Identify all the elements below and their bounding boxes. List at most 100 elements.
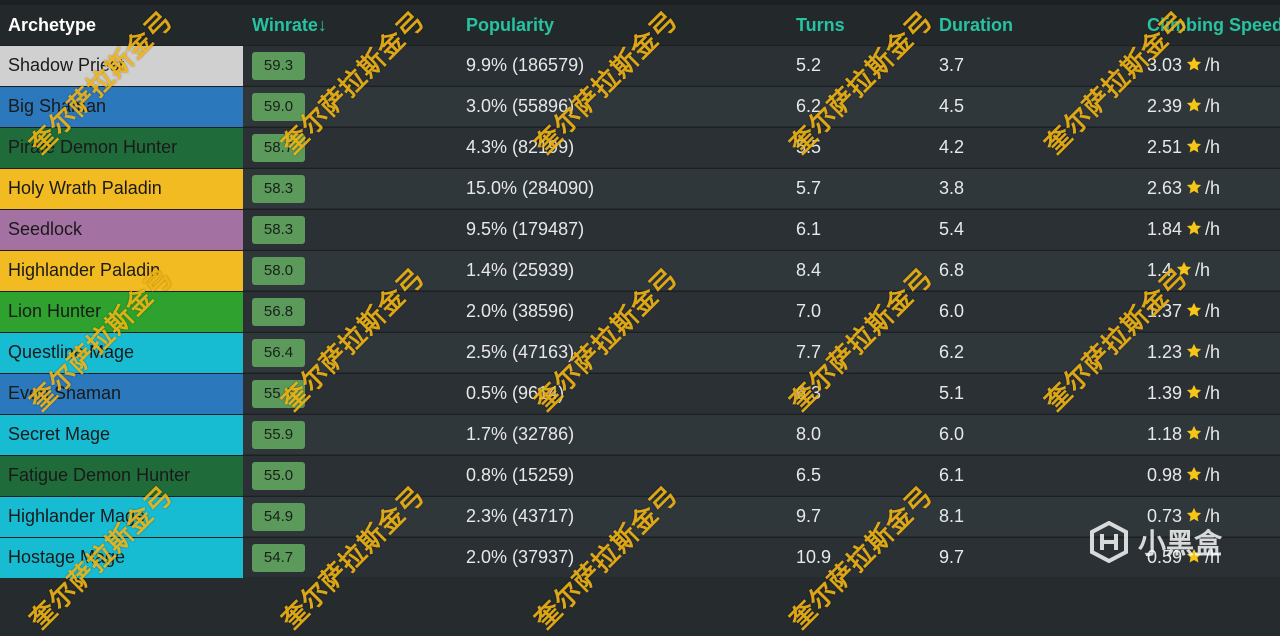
archetype-name[interactable]: Hostage Mage [0,538,243,578]
table-row[interactable]: Highlander Paladin 58.0 1.4% (25939) 8.4 6.8… [0,250,1280,291]
table-row[interactable]: Even Shaman 55.9 0.5% (9614) 6.3 5.1 1.39/h [0,373,1280,414]
turns-value: 5.7 [796,178,822,198]
popularity-value: 0.5% (9614) [466,383,565,403]
star-icon [1182,383,1205,403]
turns-value: 9.7 [796,506,822,526]
star-icon [1182,137,1205,157]
duration-value: 6.2 [939,342,965,362]
climbing-speed-value: 1.37/h [1147,292,1220,332]
winrate-badge: 58.7 [252,134,305,162]
speed-number: 1.18 [1147,424,1183,444]
table-row[interactable]: Big Shaman 59.0 3.0% (55896) 6.2 4.5 2.39/h [0,86,1280,127]
winrate-badge: 56.4 [252,339,305,367]
star-icon [1182,465,1205,485]
climbing-speed-value: 1.39/h [1147,374,1220,414]
archetype-name[interactable]: Lion Hunter [0,292,243,332]
winrate-badge: 59.3 [252,52,305,80]
archetype-name[interactable]: Even Shaman [0,374,243,414]
winrate-badge: 58.3 [252,175,305,203]
duration-value: 6.8 [939,260,965,280]
archetype-name[interactable]: Holy Wrath Paladin [0,169,243,209]
speed-number: 1.84 [1147,219,1183,239]
header-climbing-speed[interactable]: Climbing Speed [1147,5,1280,45]
winrate-badge: 54.9 [252,503,305,531]
archetype-name[interactable]: Big Shaman [0,87,243,127]
duration-value: 6.0 [939,301,965,321]
table-header: Archetype Winrate↓ Popularity Turns Dura… [0,5,1280,45]
turns-value: 7.0 [796,301,822,321]
turns-value: 5.2 [796,55,822,75]
star-icon [1182,96,1205,116]
winrate-badge: 54.7 [252,544,305,572]
table-row[interactable]: Holy Wrath Paladin 58.3 15.0% (284090) 5.7 3… [0,168,1280,209]
archetype-name[interactable]: Fatigue Demon Hunter [0,456,243,496]
archetype-name[interactable]: Secret Mage [0,415,243,455]
popularity-value: 2.3% (43717) [466,506,575,526]
table-row[interactable]: Fatigue Demon Hunter 55.0 0.8% (15259) 6.5 6… [0,455,1280,496]
winrate-badge: 55.0 [252,462,305,490]
heybox-logo-icon [1090,521,1128,563]
archetype-name[interactable]: Seedlock [0,210,243,250]
speed-number: 2.51 [1147,137,1183,157]
popularity-value: 15.0% (284090) [466,178,595,198]
winrate-badge: 58.0 [252,257,305,285]
turns-value: 8.4 [796,260,822,280]
table-row[interactable]: Questline Mage 56.4 2.5% (47163) 7.7 6.2 1.23… [0,332,1280,373]
popularity-value: 1.7% (32786) [466,424,575,444]
turns-value: 6.3 [796,383,822,403]
turns-value: 6.2 [796,96,822,116]
speed-unit: /h [1205,424,1221,444]
duration-value: 8.1 [939,506,965,526]
popularity-value: 2.0% (38596) [466,301,575,321]
duration-value: 6.1 [939,465,965,485]
star-icon [1182,424,1205,444]
speed-unit: /h [1205,383,1221,403]
archetype-name[interactable]: Highlander Mage [0,497,243,537]
speed-unit: /h [1205,465,1221,485]
turns-value: 6.1 [796,219,822,239]
popularity-value: 2.0% (37937) [466,547,575,567]
header-turns[interactable]: Turns [796,5,845,45]
popularity-value: 2.5% (47163) [466,342,575,362]
popularity-value: 3.0% (55896) [466,96,575,116]
table-row[interactable]: Shadow Priest 59.3 9.9% (186579) 5.2 3.7 3.03… [0,45,1280,86]
climbing-speed-value: 1.84/h [1147,210,1220,250]
turns-value: 8.0 [796,424,822,444]
popularity-value: 0.8% (15259) [466,465,575,485]
table-row[interactable]: Lion Hunter 56.8 2.0% (38596) 7.0 6.0 1.37/h [0,291,1280,332]
speed-number: 1.37 [1147,301,1183,321]
popularity-value: 9.9% (186579) [466,55,585,75]
heybox-logo: 小黑盒 [1088,520,1222,564]
speed-number: 0.98 [1147,465,1183,485]
archetype-name[interactable]: Pirate Demon Hunter [0,128,243,168]
climbing-speed-value: 3.03/h [1147,46,1220,86]
speed-unit: /h [1205,55,1221,75]
winrate-badge: 56.8 [252,298,305,326]
speed-unit: /h [1205,219,1221,239]
table-row[interactable]: Seedlock 58.3 9.5% (179487) 6.1 5.4 1.84/h [0,209,1280,250]
archetype-name[interactable]: Questline Mage [0,333,243,373]
header-archetype[interactable]: Archetype [8,5,96,45]
speed-unit: /h [1195,260,1211,280]
archetype-name[interactable]: Highlander Paladin [0,251,243,291]
header-duration[interactable]: Duration [939,5,1013,45]
speed-unit: /h [1205,342,1221,362]
duration-value: 4.5 [939,96,965,116]
climbing-speed-value: 2.39/h [1147,87,1220,127]
duration-value: 3.8 [939,178,965,198]
archetype-name[interactable]: Shadow Priest [0,46,243,86]
speed-number: 2.63 [1147,178,1183,198]
duration-value: 5.4 [939,219,965,239]
star-icon [1182,301,1205,321]
climbing-speed-value: 2.63/h [1147,169,1220,209]
winrate-badge: 58.3 [252,216,305,244]
header-winrate[interactable]: Winrate↓ [252,5,327,45]
turns-value: 6.5 [796,465,822,485]
header-popularity[interactable]: Popularity [466,5,554,45]
table-row[interactable]: Pirate Demon Hunter 58.7 4.3% (82199) 5.5 4.… [0,127,1280,168]
speed-number: 1.4 [1147,260,1173,280]
climbing-speed-value: 0.98/h [1147,456,1220,496]
table-row[interactable]: Secret Mage 55.9 1.7% (32786) 8.0 6.0 1.18/h [0,414,1280,455]
star-icon [1182,178,1205,198]
speed-number: 2.39 [1147,96,1183,116]
